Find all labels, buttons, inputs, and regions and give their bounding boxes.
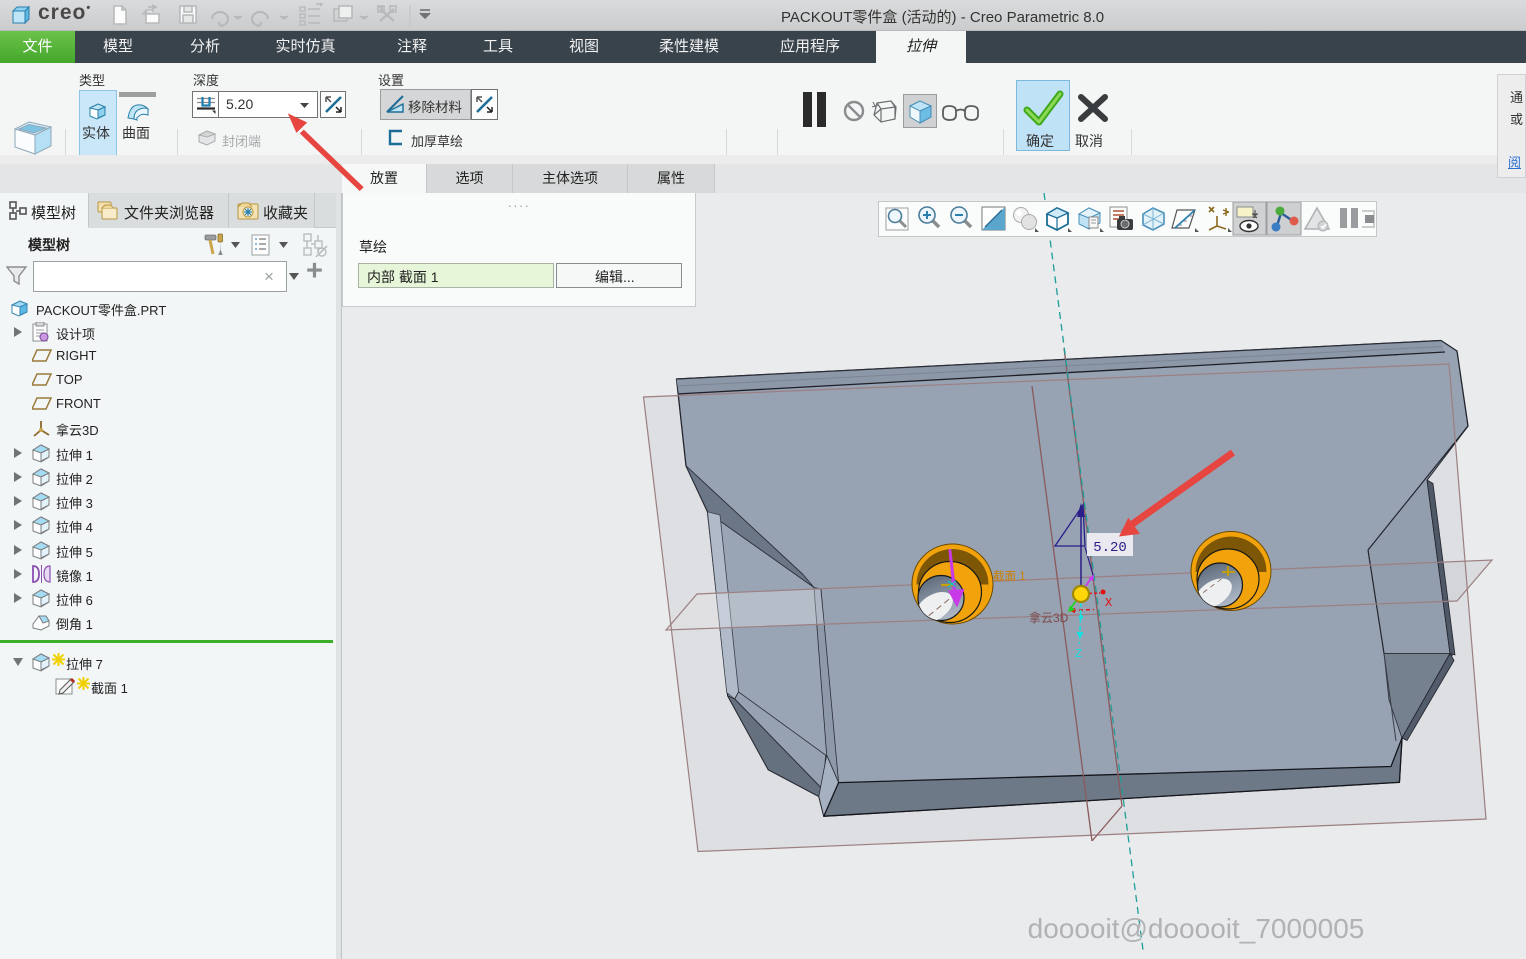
svg-text:Z: Z: [1075, 647, 1082, 661]
svg-text:X: X: [1105, 596, 1112, 610]
svg-text:dooooit@dooooit_7000005: dooooit@dooooit_7000005: [1028, 913, 1365, 944]
svg-text:截面 1: 截面 1: [993, 569, 1026, 583]
svg-text:5.20: 5.20: [1093, 540, 1127, 556]
svg-text:拿云3D: 拿云3D: [1029, 610, 1069, 625]
